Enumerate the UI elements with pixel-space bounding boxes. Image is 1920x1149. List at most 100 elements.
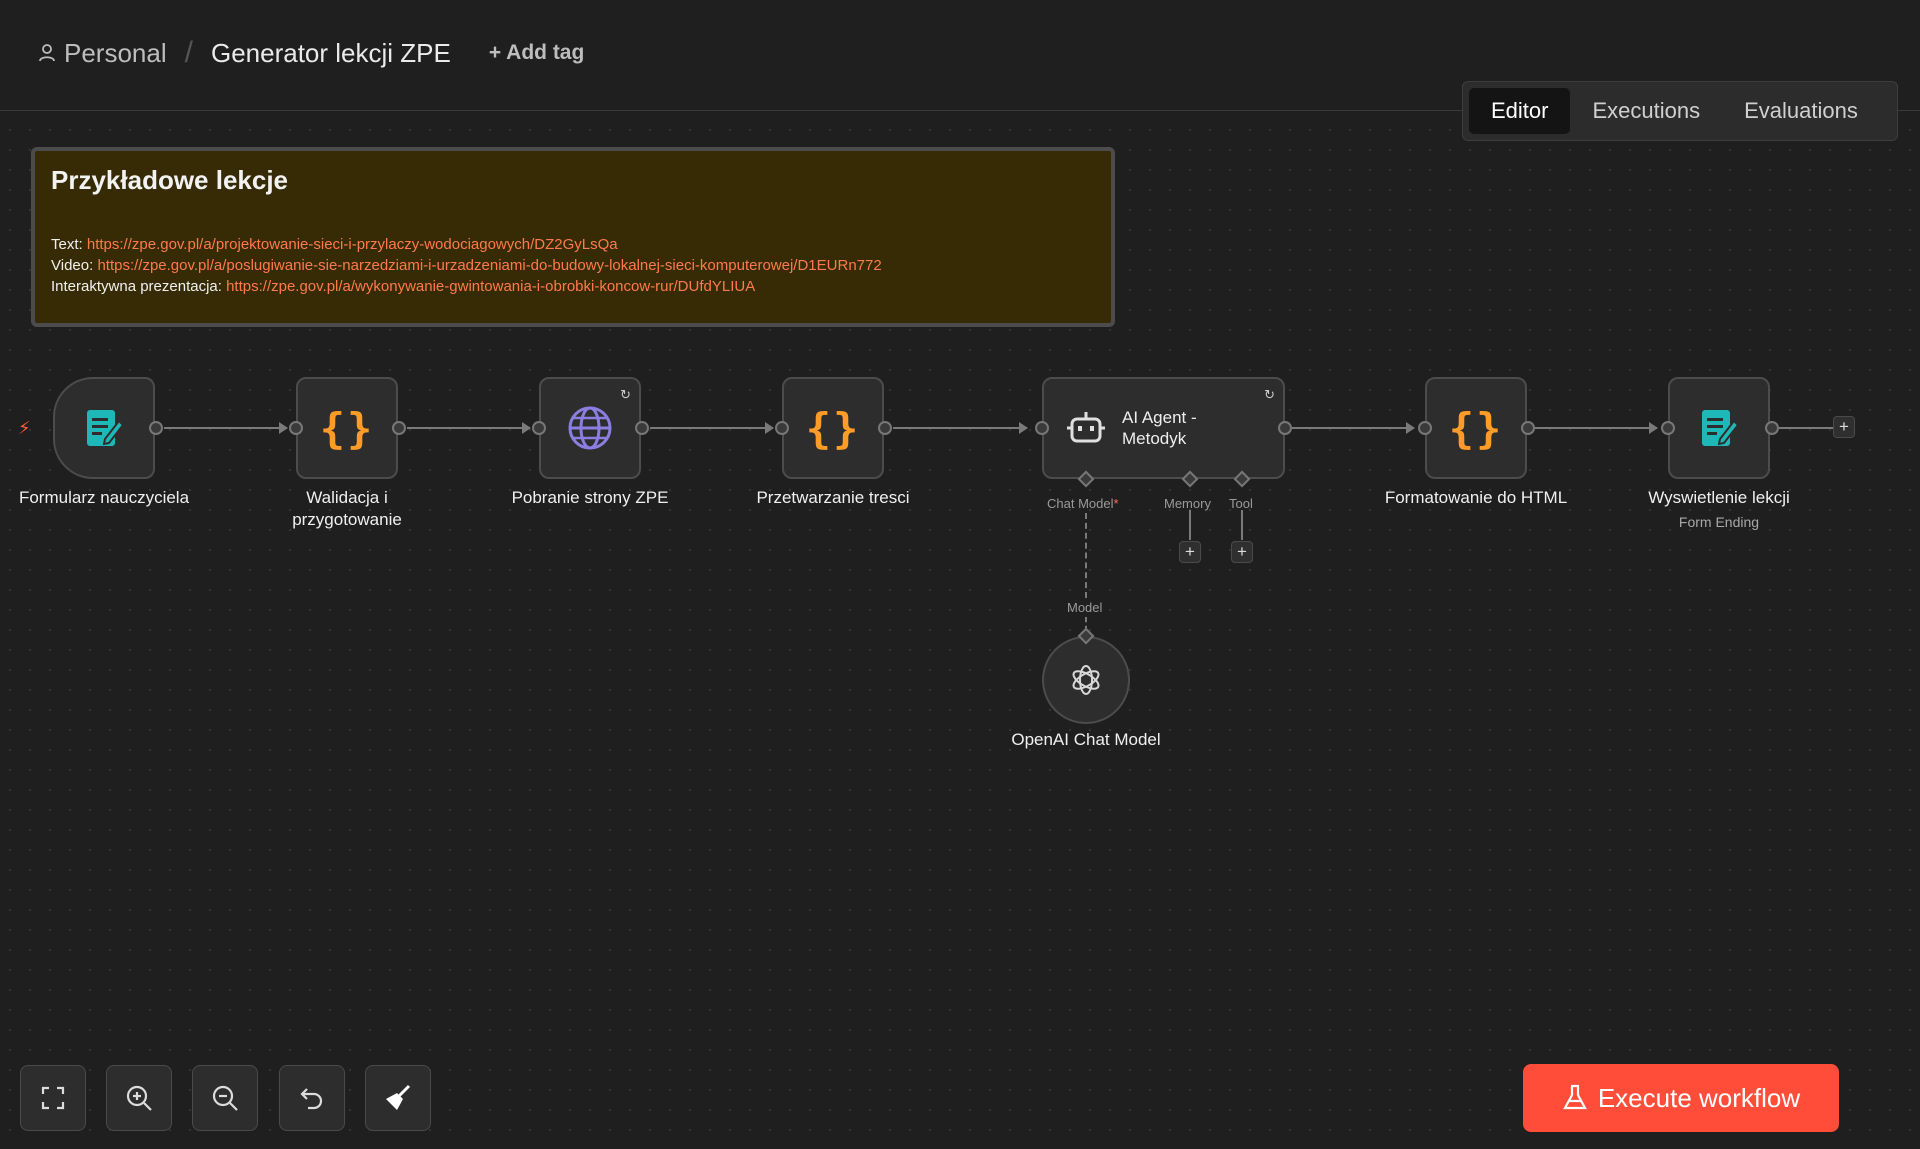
tool-port-label: Tool xyxy=(1229,496,1253,511)
breadcrumb: Personal / Generator lekcji ZPE + Add ta… xyxy=(38,36,584,70)
node-label-formatting: Formatowanie do HTML xyxy=(1384,488,1568,507)
output-port[interactable] xyxy=(635,421,649,435)
execute-workflow-button[interactable]: Execute workflow xyxy=(1523,1064,1839,1132)
output-port[interactable] xyxy=(1278,421,1292,435)
retry-icon: ↻ xyxy=(1264,387,1275,402)
code-braces-icon: {} xyxy=(319,403,375,453)
sticky-note-title: Przykładowe lekcje xyxy=(51,165,289,195)
fit-view-icon xyxy=(41,1086,65,1110)
connection-arrow xyxy=(1649,422,1658,434)
connection xyxy=(893,427,1027,429)
node-label-openai: OpenAI Chat Model xyxy=(1011,730,1161,749)
connection-arrow xyxy=(522,422,531,434)
top-header: Personal / Generator lekcji ZPE + Add ta… xyxy=(0,0,1920,141)
tool-connector xyxy=(1241,510,1243,540)
add-node-button[interactable]: + xyxy=(1833,416,1855,438)
sticky-line-prefix: Video: xyxy=(51,257,98,274)
input-port[interactable] xyxy=(775,421,789,435)
trigger-bolt-icon: ⚡ xyxy=(18,418,31,438)
node-label-fetch-page: Pobranie strony ZPE xyxy=(511,488,669,507)
fit-view-button[interactable] xyxy=(20,1065,86,1131)
connection xyxy=(1779,427,1833,429)
clean-up-button[interactable] xyxy=(365,1065,431,1131)
add-tool-button[interactable]: + xyxy=(1231,541,1253,563)
sticky-line-prefix: Interaktywna prezentacja: xyxy=(51,278,227,295)
node-label-ai-agent: AI Agent - Metodyk xyxy=(1122,407,1197,449)
sticky-line-video: Video: https://zpe.gov.pl/a/poslugiwanie… xyxy=(51,255,1095,276)
output-port[interactable] xyxy=(878,421,892,435)
connection xyxy=(164,427,287,429)
node-label-validation: Walidacja i przygotowanie xyxy=(247,487,447,531)
node-label-display: Wyswietlenie lekcji xyxy=(1648,488,1790,507)
sticky-link[interactable]: https://zpe.gov.pl/a/wykonywanie-gwintow… xyxy=(226,278,755,295)
node-form-trigger[interactable] xyxy=(53,377,155,479)
connection-arrow xyxy=(765,422,774,434)
input-port[interactable] xyxy=(1661,421,1675,435)
sticky-line-text: Text: https://zpe.gov.pl/a/projektowanie… xyxy=(51,234,1095,255)
node-formatting[interactable]: {} xyxy=(1425,377,1527,479)
zoom-out-icon xyxy=(212,1085,238,1111)
port-label-text: Chat Model xyxy=(1047,496,1114,511)
zoom-out-button[interactable] xyxy=(192,1065,258,1131)
globe-icon xyxy=(568,406,612,450)
output-port[interactable] xyxy=(1765,421,1779,435)
connection-arrow xyxy=(279,422,288,434)
tab-editor[interactable]: Editor xyxy=(1469,88,1571,134)
zoom-in-button[interactable] xyxy=(106,1065,172,1131)
input-port[interactable] xyxy=(289,421,303,435)
sticky-link[interactable]: https://zpe.gov.pl/a/projektowanie-sieci… xyxy=(87,236,618,253)
connection-arrow xyxy=(1406,422,1415,434)
node-sublabel-display: Form Ending xyxy=(1678,514,1760,530)
model-connector xyxy=(1085,513,1087,598)
breadcrumb-separator: / xyxy=(184,36,193,69)
chat-model-port-label: Chat Model* xyxy=(1047,496,1119,511)
add-tag-button[interactable]: + Add tag xyxy=(489,41,584,65)
connection xyxy=(407,427,530,429)
form-icon xyxy=(87,410,125,446)
node-fetch-page[interactable]: ↻ xyxy=(539,377,641,479)
tab-evaluations[interactable]: Evaluations xyxy=(1722,88,1880,134)
workflow-title[interactable]: Generator lekcji ZPE xyxy=(211,38,451,69)
node-validation[interactable]: {} xyxy=(296,377,398,479)
openai-icon xyxy=(1072,665,1100,695)
output-port[interactable] xyxy=(149,421,163,435)
undo-icon xyxy=(300,1088,323,1110)
node-processing[interactable]: {} xyxy=(782,377,884,479)
tab-executions[interactable]: Executions xyxy=(1570,88,1722,134)
input-port[interactable] xyxy=(1035,421,1049,435)
code-braces-icon: {} xyxy=(1448,403,1504,453)
sticky-line-presentation: Interaktywna prezentacja: https://zpe.go… xyxy=(51,276,1095,297)
node-ai-agent[interactable]: AI Agent - Metodyk ↻ xyxy=(1042,377,1285,479)
broom-icon xyxy=(386,1084,411,1110)
connection xyxy=(650,427,773,429)
view-tabs: Editor Executions Evaluations xyxy=(1462,81,1898,141)
output-port[interactable] xyxy=(1521,421,1535,435)
zoom-in-icon xyxy=(126,1085,152,1111)
input-port[interactable] xyxy=(1418,421,1432,435)
sticky-note[interactable]: Przykładowe lekcje Text: https://zpe.gov… xyxy=(31,147,1115,327)
model-connection-label: Model xyxy=(1067,600,1103,615)
node-display[interactable] xyxy=(1668,377,1770,479)
node-label-line: przygotowanie xyxy=(292,510,402,529)
connection xyxy=(1535,427,1657,429)
input-port[interactable] xyxy=(532,421,546,435)
form-icon xyxy=(1702,410,1740,446)
user-icon xyxy=(39,44,55,62)
node-openai-chat-model[interactable] xyxy=(1042,636,1130,724)
node-label-line: Walidacja i xyxy=(306,488,388,507)
undo-button[interactable] xyxy=(279,1065,345,1131)
memory-connector xyxy=(1189,510,1191,540)
sticky-line-prefix: Text: xyxy=(51,236,87,253)
node-label-processing: Przetwarzanie tresci xyxy=(756,488,910,507)
memory-port-label: Memory xyxy=(1164,496,1211,511)
node-label-line: Metodyk xyxy=(1122,429,1187,448)
sticky-link[interactable]: https://zpe.gov.pl/a/poslugiwanie-sie-na… xyxy=(97,257,881,274)
robot-icon xyxy=(1067,412,1105,443)
breadcrumb-personal[interactable]: Personal xyxy=(38,38,167,69)
breadcrumb-personal-label: Personal xyxy=(64,37,167,68)
connection xyxy=(1292,427,1414,429)
execute-workflow-label: Execute workflow xyxy=(1597,1082,1801,1113)
output-port[interactable] xyxy=(392,421,406,435)
add-memory-button[interactable]: + xyxy=(1179,541,1201,563)
node-label-line: AI Agent - xyxy=(1122,408,1197,427)
